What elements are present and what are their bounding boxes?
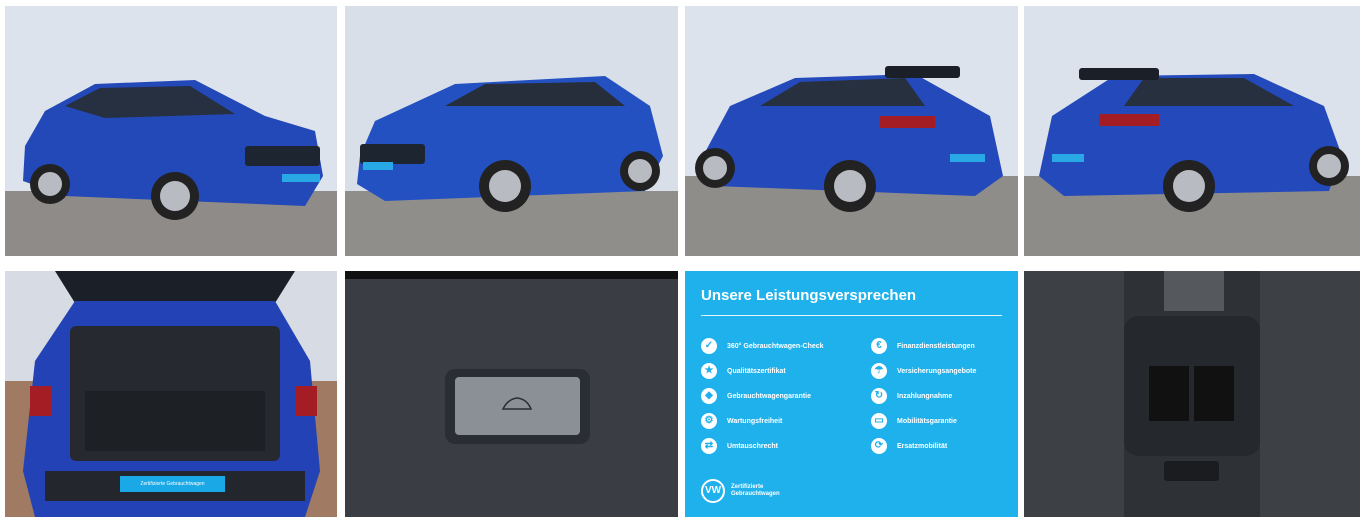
photo-front-right-three-quarter[interactable] (345, 6, 678, 256)
photo-rear-right-three-quarter[interactable] (1024, 6, 1360, 256)
wrench-icon: ⚙ (701, 413, 717, 429)
promise-item-certificate: ★ Qualitätszertifikat (701, 363, 786, 379)
exchange-icon: ⇄ (701, 438, 717, 454)
photo-rear-air-vents[interactable] (1024, 271, 1360, 517)
promise-item-label: Finanzdienstleistungen (897, 342, 975, 350)
promise-item-finance: € Finanzdienstleistungen (871, 338, 975, 354)
promise-item-label: Umtauschrecht (727, 442, 778, 450)
badge-line-1: Zertifizierte (731, 484, 764, 490)
promise-title: Unsere Leistungsversprechen (701, 287, 917, 304)
promise-item-exchange: ⇄ Umtauschrecht (701, 438, 778, 454)
promise-item-check: ✓ 360° Gebrauchtwagen-Check (701, 338, 824, 354)
tradein-icon: ↻ (871, 388, 887, 404)
photo-rear-left-three-quarter[interactable] (685, 6, 1018, 256)
photo-tailgate-button-closeup[interactable] (345, 271, 678, 517)
check-icon: ✓ (701, 338, 717, 354)
promise-item-mobility: ▭ Mobilitätsgarantie (871, 413, 957, 429)
photo-front-left-three-quarter[interactable] (5, 6, 337, 256)
promise-item-replacement: ⟳ Ersatzmobilität (871, 438, 947, 454)
replacement-icon: ⟳ (871, 438, 887, 454)
finance-icon: € (871, 338, 887, 354)
promise-divider (701, 315, 1002, 316)
promise-item-insurance: ☂ Versicherungsangebote (871, 363, 976, 379)
promise-item-label: 360° Gebrauchtwagen-Check (727, 342, 824, 350)
promise-item-label: Qualitätszertifikat (727, 367, 786, 375)
promise-item-label: Ersatzmobilität (897, 442, 948, 450)
promise-item-maintenance: ⚙ Wartungsfreiheit (701, 413, 782, 429)
promise-item-label: Inzahlungnahme (897, 392, 953, 400)
trunk-license-plate: Zertifizierte Gebrauchtwagen (120, 476, 225, 492)
vw-logo-icon: VW (701, 479, 725, 503)
promise-item-label: Wartungsfreiheit (727, 417, 783, 425)
promise-item-label: Mobilitätsgarantie (897, 417, 957, 425)
shield-icon: ◆ (701, 388, 717, 404)
insurance-icon: ☂ (871, 363, 887, 379)
promise-item-label: Versicherungsangebote (897, 367, 977, 375)
photo-open-trunk[interactable]: Zertifizierte Gebrauchtwagen (5, 271, 337, 517)
certificate-icon: ★ (701, 363, 717, 379)
certified-used-cars-badge: VW Zertifizierte Gebrauchtwagen (701, 479, 780, 503)
car-icon: ▭ (871, 413, 887, 429)
promise-infographic[interactable]: Unsere Leistungsversprechen ✓ 360° Gebra… (685, 271, 1018, 517)
badge-line-2: Gebrauchtwagen (731, 491, 780, 497)
promise-item-label: Gebrauchtwagengarantie (727, 392, 812, 400)
promise-item-warranty: ◆ Gebrauchtwagengarantie (701, 388, 811, 404)
promise-item-tradein: ↻ Inzahlungnahme (871, 388, 952, 404)
